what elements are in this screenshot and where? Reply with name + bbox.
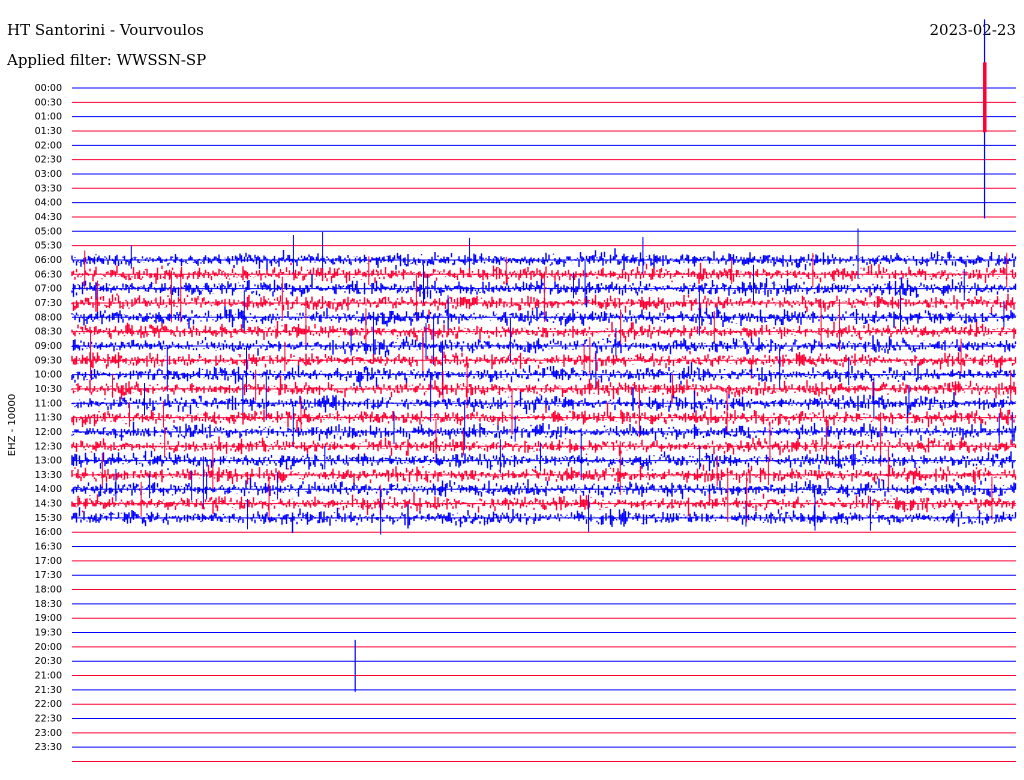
row-label-1630: 16:30 [35,542,62,553]
row-label-2000: 20:00 [35,642,62,653]
row-label-0000: 00:00 [35,83,62,94]
row-label-0630: 06:30 [35,269,62,280]
row-label-0800: 08:00 [35,312,62,323]
row-label-0500: 05:00 [35,226,62,237]
row-labels: 00:00 00:30 01:00 01:30 02:00 02:30 03:00 03:30… [35,83,62,753]
row-label-0400: 04:00 [35,198,62,209]
row-label-0030: 00:30 [35,97,62,108]
helicorder-chart: EHZ - 10000 00:00 00:30 01:00 01:30 02:00 02:3… [7,19,1017,763]
channel-label: EHZ - 10000 [7,394,18,456]
row-label-1430: 14:30 [35,499,62,510]
traces [71,19,1017,692]
trace-row-0700 [71,273,1017,300]
row-label-0100: 01:00 [35,112,62,123]
row-label-2200: 22:00 [35,699,62,710]
row-label-0330: 03:30 [35,183,62,194]
row-label-1000: 10:00 [35,370,62,381]
row-label-0830: 08:30 [35,327,62,338]
row-label-0700: 07:00 [35,284,62,295]
row-label-0130: 01:30 [35,126,62,137]
row-label-0300: 03:00 [35,169,62,180]
baselines [72,87,1016,763]
row-label-1530: 15:30 [35,513,62,524]
row-label-2130: 21:30 [35,685,62,696]
row-label-0530: 05:30 [35,241,62,252]
row-label-1300: 13:00 [35,456,62,467]
row-label-1030: 10:30 [35,384,62,395]
row-label-1730: 17:30 [35,570,62,581]
trace-row-1430 [71,492,1017,517]
event-trace-core [983,62,987,133]
row-label-1700: 17:00 [35,556,62,567]
row-label-0200: 02:00 [35,140,62,151]
row-label-1900: 19:00 [35,613,62,624]
row-label-1330: 13:30 [35,470,62,481]
row-label-2300: 23:00 [35,728,62,739]
row-label-1600: 16:00 [35,527,62,538]
row-label-0230: 02:30 [35,155,62,166]
row-label-0930: 09:30 [35,355,62,366]
row-label-1400: 14:00 [35,484,62,495]
row-label-1930: 19:30 [35,628,62,639]
row-label-2330: 23:30 [35,742,62,753]
row-label-1100: 11:00 [35,398,62,409]
helicorder-page: HT Santorini - Vourvoulos Applied filter… [0,0,1024,780]
row-label-0430: 04:30 [35,212,62,223]
row-label-1230: 12:30 [35,441,62,452]
row-label-1800: 18:00 [35,585,62,596]
row-label-2100: 21:00 [35,671,62,682]
row-label-1130: 11:30 [35,413,62,424]
row-label-1830: 18:30 [35,599,62,610]
row-label-0600: 06:00 [35,255,62,266]
row-label-1200: 12:00 [35,427,62,438]
row-label-0900: 09:00 [35,341,62,352]
row-label-2030: 20:30 [35,656,62,667]
row-label-2230: 22:30 [35,714,62,725]
row-label-0730: 07:30 [35,298,62,309]
trace-row-0800 [71,295,1017,329]
